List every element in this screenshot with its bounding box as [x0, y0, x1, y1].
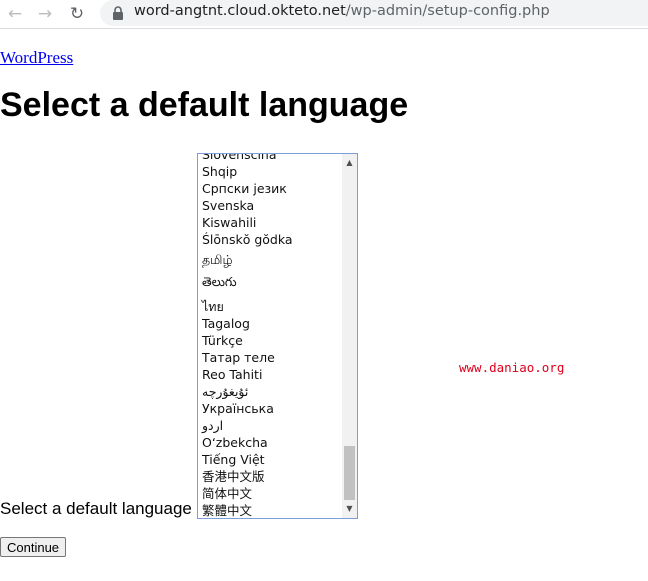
scrollbar[interactable]: ▲ ▼	[342, 154, 357, 518]
language-select[interactable]: Slovenščina Shqip Српски језик Svenska K…	[197, 153, 358, 519]
wordpress-logo-link[interactable]: WordPress	[0, 48, 73, 68]
language-option[interactable]: اردو	[198, 417, 340, 434]
language-option[interactable]: Türkçe	[198, 332, 340, 349]
language-option[interactable]: தமிழ்	[198, 248, 340, 271]
url-text: word-angtnt.cloud.okteto.net/wp-admin/se…	[134, 3, 550, 19]
language-option[interactable]: 简体中文	[198, 485, 340, 502]
language-option[interactable]: Shqip	[198, 163, 340, 180]
forward-arrow-icon[interactable]: →	[34, 3, 56, 25]
language-option[interactable]: తెలుగు	[198, 271, 340, 298]
language-option[interactable]: 繁體中文	[198, 502, 340, 518]
scroll-up-icon[interactable]: ▲	[342, 156, 357, 170]
browser-toolbar: ← → ↻ word-angtnt.cloud.okteto.net/wp-ad…	[0, 0, 648, 29]
language-options: Slovenščina Shqip Српски језик Svenska K…	[198, 154, 340, 518]
language-option[interactable]: Tiếng Việt	[198, 451, 340, 468]
language-option[interactable]: Reo Tahiti	[198, 366, 340, 383]
language-option[interactable]: Українська	[198, 400, 340, 417]
address-bar[interactable]: word-angtnt.cloud.okteto.net/wp-admin/se…	[100, 0, 648, 26]
page-title: Select a default language	[0, 86, 409, 124]
language-option[interactable]: ไทย	[198, 298, 340, 315]
reload-icon[interactable]: ↻	[66, 3, 88, 25]
language-option[interactable]: Српски језик	[198, 180, 340, 197]
language-option[interactable]: Slovenščina	[198, 154, 340, 163]
language-option[interactable]: Svenska	[198, 197, 340, 214]
language-option[interactable]: Татар теле	[198, 349, 340, 366]
language-option[interactable]: ئۇيغۇرچە	[198, 383, 340, 400]
lock-icon[interactable]	[112, 6, 124, 20]
back-arrow-icon[interactable]: ←	[4, 3, 26, 25]
language-option[interactable]: Ślōnskŏ gŏdka	[198, 231, 340, 248]
language-option[interactable]: Kiswahili	[198, 214, 340, 231]
watermark-text: www.daniao.org	[459, 360, 565, 375]
language-option[interactable]: O‘zbekcha	[198, 434, 340, 451]
scrollbar-thumb[interactable]	[344, 446, 355, 500]
language-select-label: Select a default language	[0, 499, 192, 518]
url-path: /wp-admin/setup-config.php	[345, 3, 550, 19]
continue-button[interactable]: Continue	[0, 537, 67, 557]
language-option[interactable]: 香港中文版	[198, 468, 340, 485]
scroll-down-icon[interactable]: ▼	[342, 502, 357, 516]
url-host: word-angtnt.cloud.okteto.net	[134, 3, 346, 19]
language-option[interactable]: Tagalog	[198, 315, 340, 332]
